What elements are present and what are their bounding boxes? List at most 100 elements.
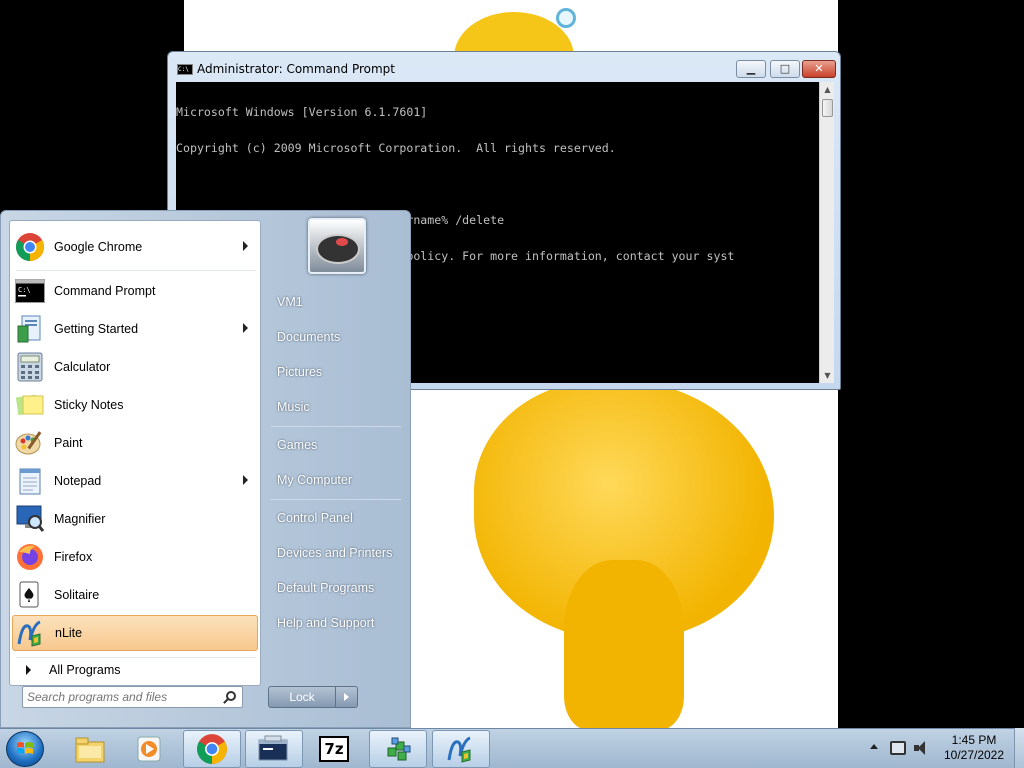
start-item-label: Getting Started <box>54 322 139 336</box>
7zip-icon: 7z <box>319 736 349 762</box>
start-right-control-panel[interactable]: Control Panel <box>269 504 403 532</box>
search-input[interactable] <box>27 689 217 705</box>
start-item-firefox[interactable]: Firefox <box>12 539 258 575</box>
start-search-box[interactable] <box>22 686 243 708</box>
start-item-label: Sticky Notes <box>54 398 124 412</box>
cmd-title-icon: C:\ <box>177 64 193 75</box>
taskbar-media-player[interactable] <box>121 730 179 768</box>
scroll-down-icon[interactable]: ▼ <box>820 368 835 383</box>
cmd-icon: C:\ <box>14 275 46 307</box>
separator <box>16 270 256 271</box>
start-right-my-computer[interactable]: My Computer <box>269 466 403 494</box>
getting-started-icon <box>14 313 46 345</box>
start-button[interactable] <box>6 731 44 767</box>
volume-icon[interactable] <box>914 741 930 755</box>
start-right-pictures[interactable]: Pictures <box>269 358 403 386</box>
start-right-documents[interactable]: Documents <box>269 323 403 351</box>
start-item-command-prompt[interactable]: C:\ Command Prompt <box>12 273 258 309</box>
clock-date: 10/27/2022 <box>943 748 1005 762</box>
scroll-up-icon[interactable]: ▲ <box>820 82 835 97</box>
start-item-getting-started[interactable]: Getting Started <box>12 311 258 347</box>
console-line: Copyright (c) 2009 Microsoft Corporation… <box>176 141 616 155</box>
taskbar-command-prompt[interactable] <box>245 730 303 768</box>
explorer-icon <box>75 737 105 763</box>
chrome-icon <box>14 231 46 263</box>
start-item-label: Paint <box>54 436 83 450</box>
media-player-icon <box>137 736 161 762</box>
start-item-label: Calculator <box>54 360 111 374</box>
start-right-games[interactable]: Games <box>269 431 403 459</box>
taskbar-nlite[interactable] <box>432 730 490 768</box>
start-item-calculator[interactable]: Calculator <box>12 349 258 385</box>
start-right-vm1[interactable]: VM1 <box>269 288 403 316</box>
tool-icon <box>387 737 411 761</box>
taskbar-tool[interactable] <box>369 730 427 768</box>
start-item-label: Google Chrome <box>54 240 143 254</box>
start-item-label: nLite <box>55 626 83 640</box>
user-avatar[interactable] <box>308 218 366 274</box>
submenu-arrow-icon[interactable] <box>243 323 248 333</box>
start-menu: Google Chrome C:\ Command Prompt Getting… <box>0 210 411 728</box>
start-item-nlite[interactable]: nLite <box>12 615 258 651</box>
all-programs-label: All Programs <box>49 663 121 677</box>
close-button[interactable]: ✕ <box>802 60 836 78</box>
lock-button[interactable]: Lock <box>268 686 336 708</box>
vertical-scrollbar[interactable]: ▲ ▼ <box>819 82 834 383</box>
power-options-arrow-icon[interactable] <box>336 686 358 708</box>
nlite-icon <box>447 736 471 763</box>
taskbar-explorer[interactable] <box>61 730 119 768</box>
wallpaper-ring <box>556 8 576 28</box>
submenu-arrow-icon[interactable] <box>243 241 248 251</box>
start-item-solitaire[interactable]: Solitaire <box>12 577 258 613</box>
sticky-notes-icon <box>14 389 46 421</box>
start-right-help-and-support[interactable]: Help and Support <box>269 609 403 637</box>
calculator-icon <box>14 351 46 383</box>
start-item-notepad[interactable]: Notepad <box>12 463 258 499</box>
network-icon[interactable] <box>890 741 906 755</box>
taskbar-7zip[interactable]: 7z <box>305 730 363 768</box>
all-programs-button[interactable]: All Programs <box>18 658 258 682</box>
start-item-google-chrome[interactable]: Google Chrome <box>12 229 258 265</box>
system-tray: 1:45 PM 10/27/2022 <box>860 729 1024 768</box>
start-right-devices-and-printers[interactable]: Devices and Printers <box>269 539 403 567</box>
notepad-icon <box>14 465 46 497</box>
submenu-arrow-icon[interactable] <box>243 475 248 485</box>
scrollbar-thumb[interactable] <box>822 99 833 117</box>
nlite-icon <box>15 617 47 649</box>
taskbar-chrome[interactable] <box>183 730 241 768</box>
start-right-default-programs[interactable]: Default Programs <box>269 574 403 602</box>
start-item-label: Solitaire <box>54 588 100 602</box>
show-desktop-button[interactable] <box>1014 728 1024 768</box>
separator <box>271 426 401 427</box>
start-item-sticky-notes[interactable]: Sticky Notes <box>12 387 258 423</box>
start-item-label: Command Prompt <box>54 284 156 298</box>
cmd-icon <box>258 735 288 761</box>
start-menu-programs-pane: Google Chrome C:\ Command Prompt Getting… <box>9 220 261 686</box>
start-right-music[interactable]: Music <box>269 393 403 421</box>
maximize-button[interactable]: □ <box>770 60 800 78</box>
search-icon[interactable] <box>226 691 236 701</box>
start-item-paint[interactable]: Paint <box>12 425 258 461</box>
taskbar: 7z 1:45 PM 10/27/2022 <box>0 728 1024 768</box>
start-item-label: Magnifier <box>54 512 106 526</box>
chrome-icon <box>197 734 227 764</box>
show-hidden-icons-icon[interactable] <box>870 744 878 749</box>
shutdown-group: Lock <box>268 686 358 708</box>
console-line: Microsoft Windows [Version 6.1.7601] <box>176 105 428 119</box>
svg-text:C:\: C:\ <box>18 286 31 294</box>
window-titlebar[interactable]: C:\ Administrator: Command Prompt ▁ □ ✕ <box>168 52 840 80</box>
start-item-label: Notepad <box>54 474 102 488</box>
window-title: Administrator: Command Prompt <box>197 62 395 76</box>
minimize-button[interactable]: ▁ <box>736 60 766 78</box>
magnifier-icon <box>14 503 46 535</box>
separator <box>271 499 401 500</box>
windows-logo-icon <box>17 742 33 754</box>
firefox-icon <box>14 541 46 573</box>
clock[interactable]: 1:45 PM 10/27/2022 <box>936 733 1012 763</box>
start-item-magnifier[interactable]: Magnifier <box>12 501 258 537</box>
wallpaper-shape <box>564 560 684 728</box>
clock-time: 1:45 PM <box>951 733 997 747</box>
avatar-image <box>336 238 348 246</box>
solitaire-icon <box>14 579 46 611</box>
